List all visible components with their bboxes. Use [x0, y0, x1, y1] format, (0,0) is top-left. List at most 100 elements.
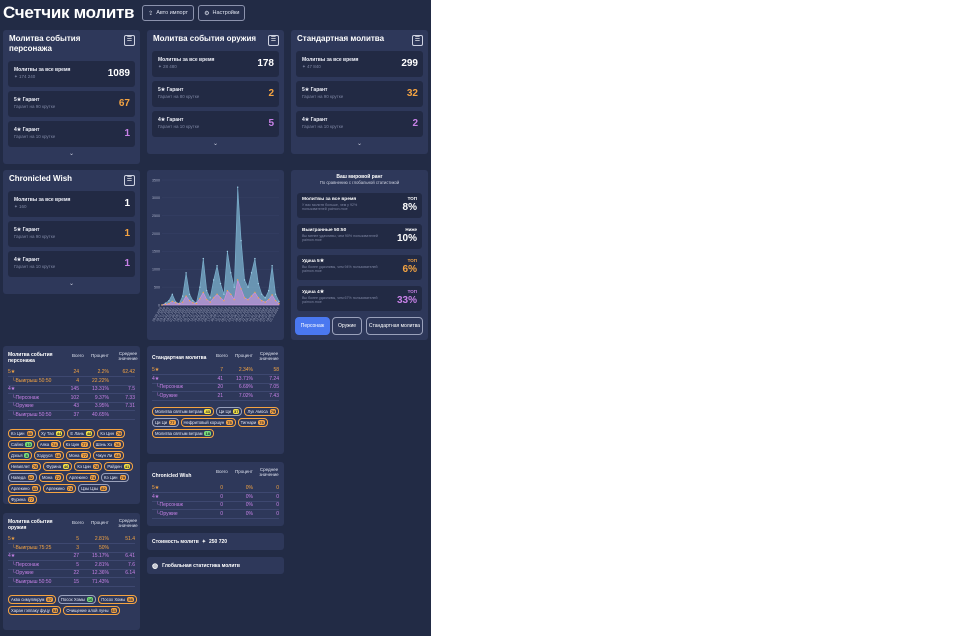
- row-average: 7.33: [125, 394, 135, 401]
- global-stats-link[interactable]: ◍ Глобальная статистика молитв: [147, 557, 284, 574]
- table-title: Молитва события оружия: [8, 519, 53, 531]
- gear-icon: ⚙: [204, 10, 210, 17]
- settings-button[interactable]: ⚙ Настройки: [198, 5, 246, 21]
- tab-character[interactable]: Персонаж: [295, 317, 330, 335]
- pity-pill: Наведа 82: [8, 473, 37, 482]
- col-total: Всего: [72, 353, 84, 358]
- pity-pill: Кэ Цин 80: [8, 429, 36, 438]
- g4-label: 4★ Гарант: [158, 117, 184, 123]
- header: Счетчик молитв ⇪ Авто импорт ⚙ Настройки: [3, 2, 246, 24]
- menu-icon[interactable]: ☰: [268, 35, 279, 46]
- data-point: [161, 304, 163, 306]
- pill-name: Лук Амоса: [247, 409, 268, 414]
- rank-desc: Вы менее удачливы, чем 90% пользователей…: [302, 234, 378, 242]
- weapon-stats-table: Молитва события оружия Всего Процент Сре…: [3, 513, 140, 630]
- menu-icon[interactable]: ☰: [124, 175, 135, 186]
- data-point: [243, 279, 246, 281]
- total-value: 178: [257, 58, 274, 69]
- g5-sub: Гарант на 80 крутке: [158, 94, 200, 99]
- data-point: [237, 186, 239, 188]
- rank-subtitle: По сравнению с глобальной статистикой: [319, 180, 400, 185]
- pity-pill: Молитва святым ветрам 18: [152, 429, 214, 438]
- row-average: 7.5: [128, 386, 135, 392]
- pity-pill: Молитва святым ветрам 43: [152, 407, 214, 416]
- rank-value: 33%: [396, 295, 417, 306]
- panel-title: Молитва события персонажа: [9, 34, 81, 53]
- data-point: [168, 302, 170, 305]
- pity-pill: Кэ Цин 77: [62, 440, 91, 449]
- data-point: [261, 293, 263, 295]
- g5-value: 2: [268, 88, 274, 99]
- row-name: └Выигрыш 50:50: [12, 377, 52, 384]
- pill-name: Кэ Цин: [77, 464, 91, 469]
- data-point: [206, 298, 208, 301]
- row-average: 62.42: [122, 369, 135, 375]
- pity-pill: Ху Тао 44: [37, 429, 66, 438]
- col-percent: Процент: [235, 469, 253, 474]
- auto-import-button[interactable]: ⇪ Авто импорт: [142, 5, 195, 21]
- pity-pill: Тигнари 75: [237, 418, 268, 427]
- history-chart-panel: 0 500 1000 1500 2000 2500 3000 3500 28.09.2020 10…: [147, 170, 284, 340]
- row-percent: 40.65%: [92, 411, 109, 418]
- pill-name: Фурина: [11, 497, 26, 502]
- row-total: 20: [217, 384, 223, 390]
- pity-pill: Фурина 46: [43, 462, 73, 471]
- chevron-down-icon[interactable]: ⌄: [291, 140, 428, 147]
- import-icon: ⇪: [148, 10, 154, 17]
- row-name: └Оружие: [156, 510, 178, 517]
- pill-count: 74: [51, 442, 58, 447]
- rank-label: Выигранные 50:50: [302, 228, 347, 233]
- pity-pill: Нефритовый коршун 75: [180, 418, 236, 427]
- row-name: 5★: [8, 536, 16, 542]
- pity-pill: Харан гэппаку фуцу 53: [8, 606, 62, 615]
- pill-count: 46: [62, 464, 70, 469]
- character-wish-panel: Молитва события персонажа ☰ Молитвы за в…: [3, 30, 140, 164]
- menu-icon[interactable]: ☰: [412, 35, 423, 46]
- g5-value: 32: [406, 88, 418, 99]
- row-average: 6.41: [125, 553, 135, 559]
- data-point: [264, 297, 266, 299]
- data-point: [209, 301, 211, 303]
- row-percent: 15.17%: [92, 553, 109, 559]
- pity-pill: Дэхья 8: [8, 451, 32, 460]
- menu-icon[interactable]: ☰: [124, 35, 135, 46]
- col-average: Среднее значение: [118, 351, 138, 361]
- data-point: [216, 293, 218, 295]
- row-total: 22: [73, 570, 79, 576]
- data-point: [185, 295, 187, 297]
- pity-pill: Цзы Цзы 82: [78, 484, 110, 493]
- data-point: [254, 257, 256, 260]
- total-sub: ✦ 174 240: [14, 74, 36, 79]
- rank-label: Удача 5★: [302, 259, 325, 264]
- rank-item: Удача 5★ Вы более удачливы, чем 94% польз…: [297, 255, 422, 280]
- data-point: [199, 297, 201, 300]
- y-tick-label: 1500: [152, 250, 160, 254]
- g4-sub: Гарант на 10 крутке: [158, 124, 200, 129]
- row-name: 5★: [8, 369, 16, 375]
- pill-count: 74: [66, 486, 74, 491]
- data-point: [267, 290, 270, 292]
- data-point: [202, 257, 204, 260]
- pity-pill: Ци Ци 37: [215, 407, 243, 416]
- pill-count: 10: [25, 442, 32, 447]
- pill-count: 79: [119, 475, 126, 480]
- data-point: [237, 279, 239, 281]
- rank-desc: У вас молитв больше, чем у 92% пользоват…: [302, 203, 358, 211]
- y-tick-label: 2500: [152, 214, 160, 218]
- row-total: 27: [73, 553, 79, 559]
- row-total: 0: [220, 493, 223, 500]
- tab-weapon[interactable]: Оружие: [332, 317, 362, 335]
- g5-sub: Гарант на 90 крутке: [14, 234, 56, 239]
- row-total: 145: [70, 386, 79, 392]
- total-value: 299: [401, 58, 418, 69]
- g5-label: 5★ Гарант: [302, 87, 328, 93]
- pill-count: 80: [26, 431, 33, 436]
- pill-count: 57: [46, 597, 53, 602]
- data-point: [175, 302, 177, 304]
- chevron-down-icon[interactable]: ⌄: [3, 150, 140, 157]
- g4-label: 4★ Гарант: [14, 127, 40, 133]
- tab-standard[interactable]: Стандартная молитва: [366, 317, 423, 335]
- row-percent: 0%: [245, 485, 253, 491]
- chevron-down-icon[interactable]: ⌄: [147, 140, 284, 147]
- chevron-down-icon[interactable]: ⌄: [3, 280, 140, 287]
